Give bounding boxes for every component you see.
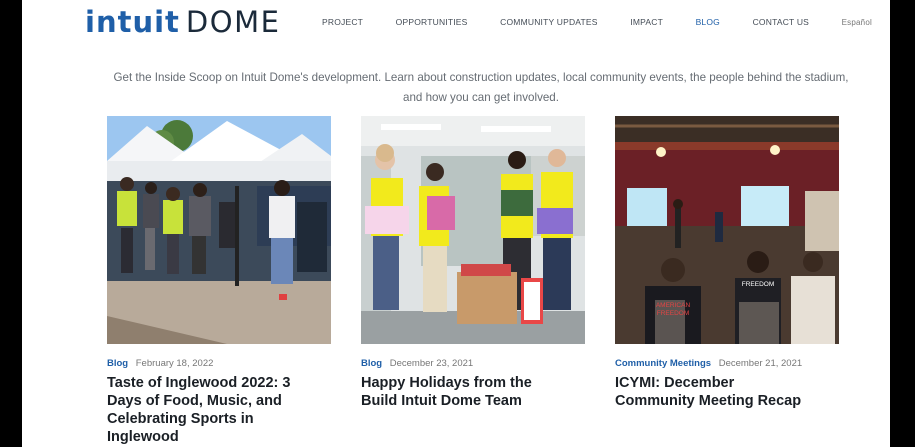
post-meta: Blog February 18, 2022 bbox=[107, 358, 331, 369]
nav-opportunities[interactable]: OPPORTUNITIES bbox=[396, 17, 468, 27]
post-photo-holiday-team[interactable] bbox=[361, 116, 585, 344]
shirt-text-american: AMERICAN bbox=[656, 302, 691, 309]
shirt-text-freedom-1: FREEDOM bbox=[657, 310, 690, 317]
intuit-dome-logo[interactable]: intuit DOME bbox=[85, 4, 280, 40]
post-photo-community-meeting-hall[interactable]: AMERICAN FREEDOM FREEDOM bbox=[615, 116, 839, 344]
nav-contact-us[interactable]: CONTACT US bbox=[753, 17, 809, 27]
post-date: December 23, 2021 bbox=[389, 358, 474, 369]
post-title-link[interactable]: Happy Holidays from the Build Intuit Dom… bbox=[361, 374, 561, 410]
nav-impact[interactable]: IMPACT bbox=[630, 17, 663, 27]
post-date: February 18, 2022 bbox=[135, 358, 214, 369]
intro-line-2: and how you can get involved. bbox=[403, 91, 559, 104]
post-meta: Community Meetings December 21, 2021 bbox=[615, 358, 839, 369]
post-card-taste-of-inglewood: Blog February 18, 2022 Taste of Inglewoo… bbox=[107, 116, 331, 446]
nav-blog[interactable]: BLOG bbox=[696, 17, 720, 27]
nav-project[interactable]: PROJECT bbox=[322, 17, 363, 27]
intro-text: Get the Inside Scoop on Intuit Dome's de… bbox=[92, 68, 870, 108]
page: intuit DOME PROJECT OPPORTUNITIES COMMUN… bbox=[22, 0, 890, 447]
post-category-link[interactable]: Community Meetings bbox=[615, 358, 711, 369]
nav-language-espanol[interactable]: Español bbox=[842, 18, 872, 27]
post-photo-outdoor-tents[interactable] bbox=[107, 116, 331, 344]
intro-line-1: Get the Inside Scoop on Intuit Dome's de… bbox=[113, 71, 849, 84]
logo-word-dome: DOME bbox=[185, 5, 281, 39]
post-category-link[interactable]: Blog bbox=[361, 358, 382, 369]
post-date: December 21, 2021 bbox=[718, 358, 803, 369]
post-card-december-community-meeting: AMERICAN FREEDOM FREEDOM Community Meeti… bbox=[615, 116, 839, 410]
shirt-text-freedom-2: FREEDOM bbox=[742, 281, 775, 288]
post-meta: Blog December 23, 2021 bbox=[361, 358, 585, 369]
post-card-happy-holidays: Blog December 23, 2021 Happy Holidays fr… bbox=[361, 116, 585, 410]
main-nav: PROJECT OPPORTUNITIES COMMUNITY UPDATES … bbox=[322, 17, 872, 27]
nav-community-updates[interactable]: COMMUNITY UPDATES bbox=[500, 17, 598, 27]
logo-word-intuit: intuit bbox=[85, 5, 180, 39]
post-category-link[interactable]: Blog bbox=[107, 358, 128, 369]
post-title-link[interactable]: Taste of Inglewood 2022: 3 Days of Food,… bbox=[107, 374, 307, 446]
post-title-link[interactable]: ICYMI: December Community Meeting Recap bbox=[615, 374, 815, 410]
